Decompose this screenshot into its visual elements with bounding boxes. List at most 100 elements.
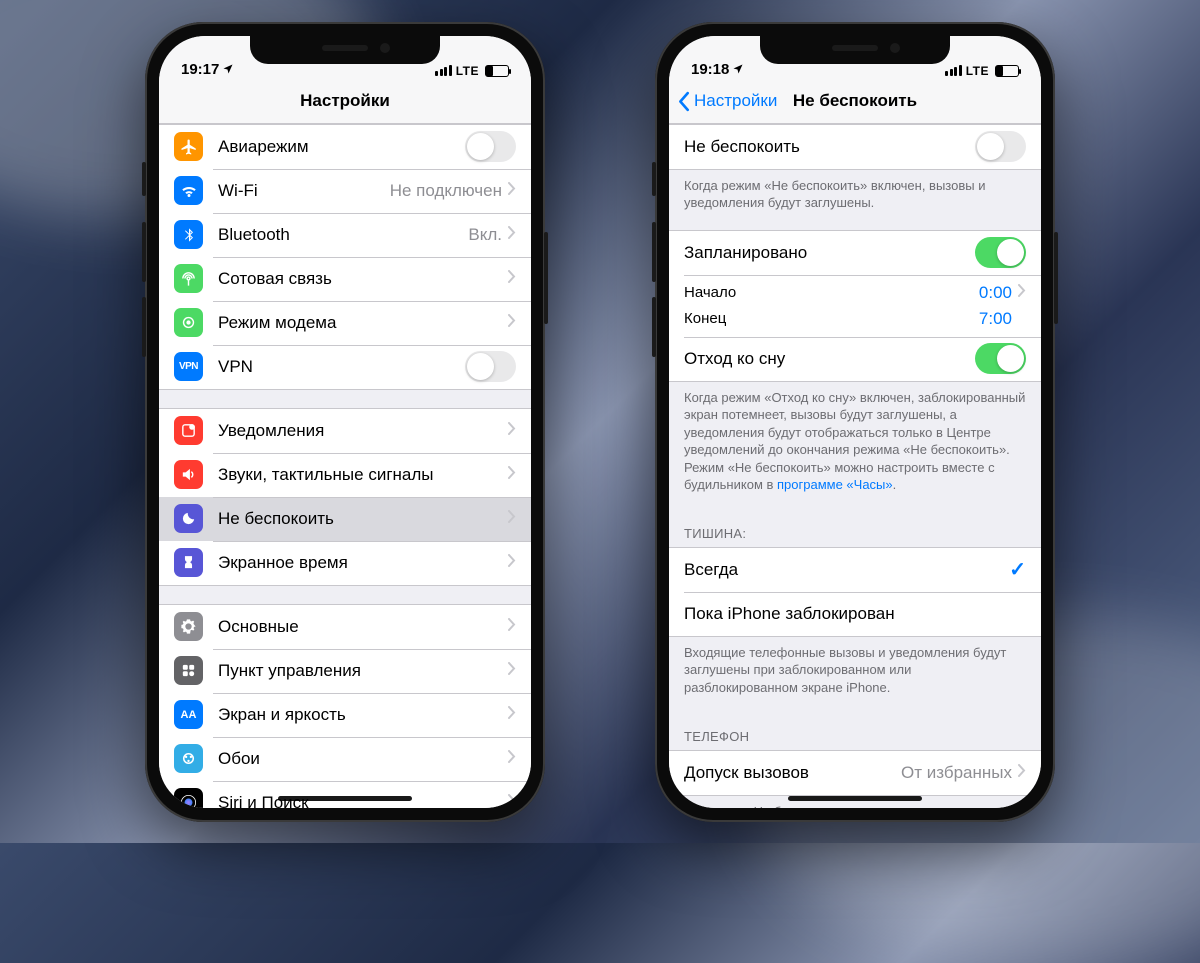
- bedtime-toggle[interactable]: [975, 343, 1026, 374]
- settings-row-group3-2[interactable]: AA Экран и яркость: [159, 693, 531, 737]
- chevron-right-icon: [508, 554, 516, 572]
- dnd-settings[interactable]: Не беспокоить Когда режим «Не беспокоить…: [669, 124, 1041, 808]
- silence-footer: Входящие телефонные вызовы и уведомления…: [669, 637, 1041, 697]
- row-label: Основные: [218, 617, 508, 637]
- row-label: Экранное время: [218, 553, 508, 573]
- chevron-right-icon: [508, 270, 516, 288]
- wallpaper-icon: [174, 744, 203, 773]
- wifi-icon: [174, 176, 203, 205]
- settings-list[interactable]: АвиарежимWi-FiНе подключенBluetoothВкл.С…: [159, 124, 531, 808]
- phone-header: ТЕЛЕФОН: [669, 715, 1041, 750]
- chevron-right-icon: [508, 750, 516, 768]
- signal-icon: [945, 65, 962, 76]
- signal-icon: [435, 65, 452, 76]
- allow-calls-row[interactable]: Допуск вызовов От избранных: [669, 751, 1041, 795]
- chevron-right-icon: [508, 794, 516, 808]
- end-label: Конец: [684, 310, 726, 327]
- row-label: Пункт управления: [218, 661, 508, 681]
- chevron-right-icon: [508, 226, 516, 244]
- row-label: Звуки, тактильные сигналы: [218, 465, 508, 485]
- settings-row-group3-1[interactable]: Пункт управления: [159, 649, 531, 693]
- screentime-icon: [174, 548, 203, 577]
- row-label: Экран и яркость: [218, 705, 508, 725]
- page-title: Не беспокоить: [793, 91, 917, 111]
- dnd-toggle[interactable]: [975, 131, 1026, 162]
- row-label: Сотовая связь: [218, 269, 508, 289]
- navbar: Настройки Не беспокоить: [669, 80, 1041, 124]
- settings-row-group2-2[interactable]: Не беспокоить: [159, 497, 531, 541]
- toggle[interactable]: [465, 131, 516, 162]
- dnd-toggle-row[interactable]: Не беспокоить: [669, 125, 1041, 169]
- chevron-right-icon: [1018, 764, 1026, 782]
- page-title: Настройки: [300, 91, 390, 111]
- chevron-right-icon: [508, 706, 516, 724]
- chevron-right-icon: [508, 422, 516, 440]
- battery-icon: [995, 65, 1019, 77]
- airplane-icon: [174, 132, 203, 161]
- end-time-row[interactable]: Конец 7:00: [669, 306, 1041, 337]
- chevron-right-icon: [1018, 284, 1026, 302]
- status-time: 19:17: [181, 61, 219, 78]
- start-time-row[interactable]: Начало 0:00: [669, 275, 1041, 306]
- scheduled-label: Запланировано: [684, 243, 975, 263]
- bluetooth-icon: [174, 220, 203, 249]
- scheduled-toggle[interactable]: [975, 237, 1026, 268]
- vpn-icon: VPN: [174, 352, 203, 381]
- chevron-right-icon: [508, 662, 516, 680]
- check-icon: ✓: [1009, 557, 1026, 582]
- settings-row-group1-0[interactable]: Авиарежим: [159, 125, 531, 169]
- network-label: LTE: [966, 64, 989, 78]
- back-button[interactable]: Настройки: [677, 91, 777, 112]
- toggle[interactable]: [465, 351, 516, 382]
- location-icon: [222, 63, 234, 75]
- status-time: 19:18: [691, 61, 729, 78]
- cellular-icon: [174, 264, 203, 293]
- settings-row-group2-1[interactable]: Звуки, тактильные сигналы: [159, 453, 531, 497]
- chevron-right-icon: [508, 510, 516, 528]
- allow-label: Допуск вызовов: [684, 763, 901, 783]
- settings-row-group1-1[interactable]: Wi-FiНе подключен: [159, 169, 531, 213]
- siri-icon: [174, 788, 203, 808]
- hotspot-icon: [174, 308, 203, 337]
- display-icon: AA: [174, 700, 203, 729]
- controlcenter-icon: [174, 656, 203, 685]
- home-indicator[interactable]: [788, 796, 922, 801]
- row-label: Bluetooth: [218, 225, 468, 245]
- clock-app-link[interactable]: программе «Часы»: [777, 477, 893, 492]
- settings-row-group1-2[interactable]: BluetoothВкл.: [159, 213, 531, 257]
- scheduled-row[interactable]: Запланировано: [669, 231, 1041, 275]
- navbar: Настройки: [159, 80, 531, 124]
- start-label: Начало: [684, 284, 736, 301]
- network-label: LTE: [456, 64, 479, 78]
- settings-row-group3-3[interactable]: Обои: [159, 737, 531, 781]
- silence-always-row[interactable]: Всегда ✓: [669, 548, 1041, 592]
- row-label: Режим модема: [218, 313, 508, 333]
- bedtime-row[interactable]: Отход ко сну: [669, 337, 1041, 381]
- settings-row-group3-4[interactable]: Siri и Поиск: [159, 781, 531, 808]
- row-label: Уведомления: [218, 421, 508, 441]
- general-icon: [174, 612, 203, 641]
- row-detail: Не подключен: [390, 181, 502, 201]
- phone-right: 19:18 LTE Настройки Не беспокоить Не б: [655, 22, 1055, 822]
- dnd-label: Не беспокоить: [684, 137, 975, 157]
- chevron-right-icon: [508, 182, 516, 200]
- settings-row-group2-0[interactable]: Уведомления: [159, 409, 531, 453]
- settings-row-group2-3[interactable]: Экранное время: [159, 541, 531, 585]
- silence-locked-label: Пока iPhone заблокирован: [684, 604, 1026, 624]
- phone-left: 19:17 LTE Настройки АвиарежимWi-FiНе под…: [145, 22, 545, 822]
- chevron-right-icon: [508, 466, 516, 484]
- settings-row-group3-0[interactable]: Основные: [159, 605, 531, 649]
- notifications-icon: [174, 416, 203, 445]
- home-indicator[interactable]: [278, 796, 412, 801]
- silence-header: ТИШИНА:: [669, 512, 1041, 547]
- bedtime-label: Отход ко сну: [684, 349, 975, 369]
- settings-row-group1-5[interactable]: VPNVPN: [159, 345, 531, 389]
- settings-row-group1-4[interactable]: Режим модема: [159, 301, 531, 345]
- chevron-left-icon: [677, 91, 690, 112]
- row-label: Не беспокоить: [218, 509, 508, 529]
- silence-locked-row[interactable]: Пока iPhone заблокирован: [669, 592, 1041, 636]
- row-label: Wi-Fi: [218, 181, 390, 201]
- row-detail: Вкл.: [468, 225, 502, 245]
- end-value: 7:00: [979, 309, 1012, 329]
- settings-row-group1-3[interactable]: Сотовая связь: [159, 257, 531, 301]
